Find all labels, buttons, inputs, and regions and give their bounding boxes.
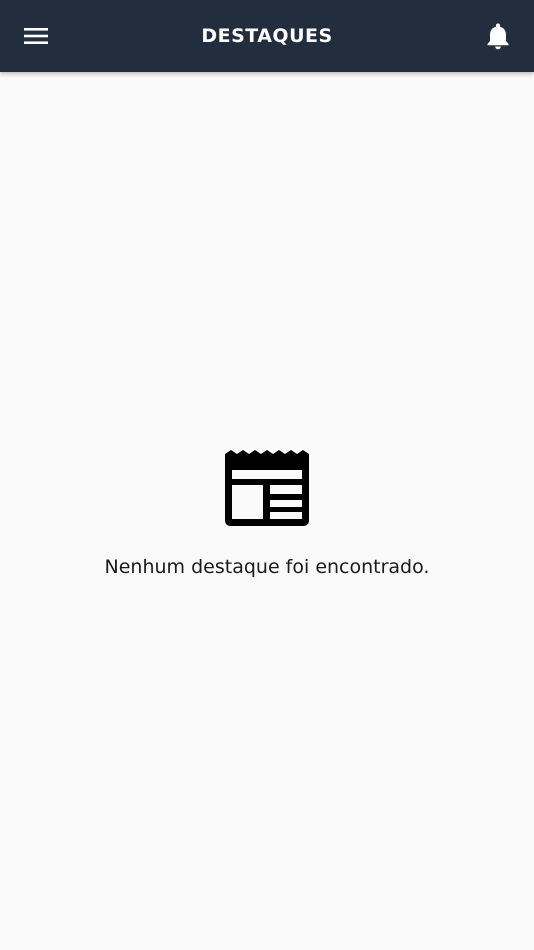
top-app-bar: DESTAQUES — [0, 0, 534, 72]
app-screen: DESTAQUES Nenhum destaque foi encontrado… — [0, 0, 534, 950]
notifications-button[interactable] — [476, 16, 520, 56]
hamburger-menu-icon — [24, 28, 48, 44]
menu-button[interactable] — [14, 16, 58, 56]
empty-state: Nenhum destaque foi encontrado. — [0, 450, 534, 578]
empty-message: Nenhum destaque foi encontrado. — [104, 556, 430, 578]
newspaper-icon — [225, 450, 309, 526]
bell-icon — [487, 23, 509, 50]
page-title: DESTAQUES — [201, 25, 333, 47]
